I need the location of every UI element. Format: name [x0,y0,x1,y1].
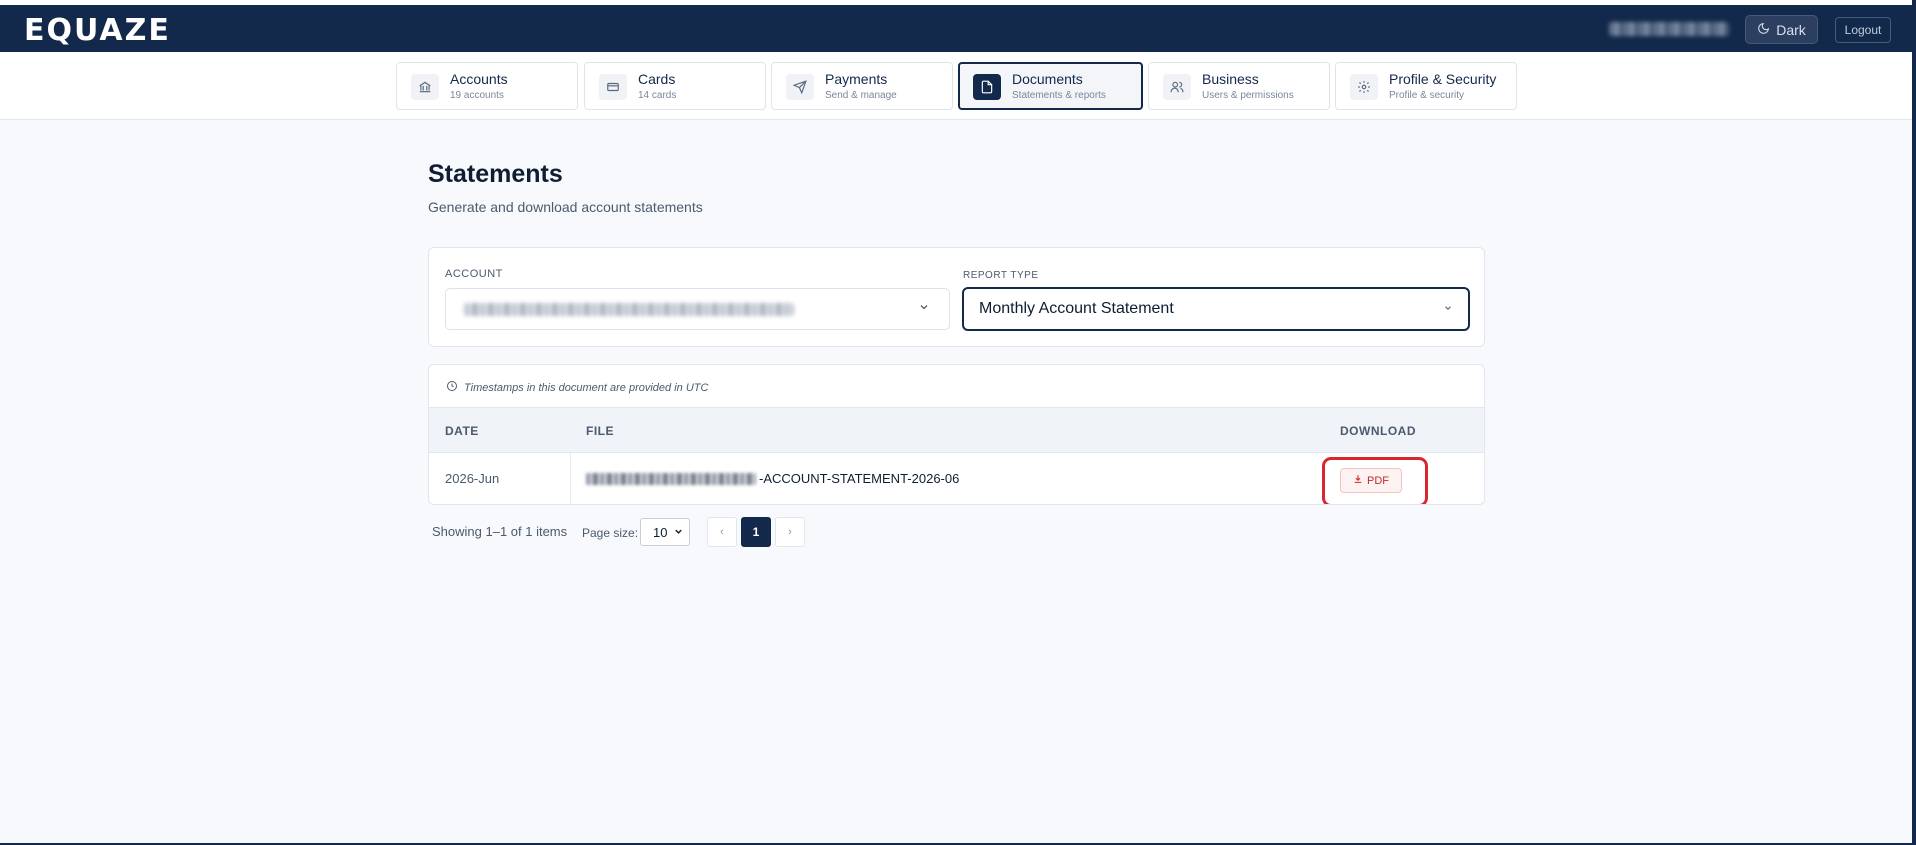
dark-mode-button[interactable]: Dark [1745,15,1818,44]
tab-payments-title: Payments [825,71,888,87]
tab-documents[interactable]: Documents Statements & reports [958,62,1143,110]
send-icon [786,74,814,100]
dark-mode-label: Dark [1776,21,1806,38]
next-page-button[interactable]: › [775,517,805,547]
row-divider [570,453,571,504]
account-label: ACCOUNT [445,268,503,280]
page-subtitle: Generate and download account statements [428,199,703,215]
column-header-file: FILE [586,424,614,438]
table-header: DATE FILE DOWNLOAD [429,407,1484,453]
prev-page-button[interactable]: ‹ [707,517,737,547]
card-icon [599,74,627,100]
tab-profile-security-subtitle: Profile & security [1389,90,1465,101]
page-title: Statements [428,160,563,188]
tab-cards-subtitle: 14 cards [638,90,677,101]
timezone-note: Timestamps in this document are provided… [446,380,708,395]
table-row: 2026-Jun -ACCOUNT-STATEMENT-2026-06 PDF [429,453,1484,504]
report-type-label: REPORT TYPE [963,270,1039,281]
gear-icon [1350,74,1378,100]
clock-icon [446,380,458,395]
tab-cards-title: Cards [638,71,676,87]
timezone-note-text: Timestamps in this document are provided… [464,381,709,394]
pagination-summary: Showing 1–1 of 1 items [432,524,568,539]
row-file-name: -ACCOUNT-STATEMENT-2026-06 [759,471,960,486]
page-size-value: 10 [653,524,668,540]
bank-icon [411,74,439,100]
tab-accounts-title: Accounts [450,71,508,87]
tab-payments[interactable]: Payments Send & manage [771,62,953,110]
top-navbar: EQUAZE Dark Logout [0,5,1912,52]
download-pdf-label: PDF [1367,474,1389,487]
tab-documents-title: Documents [1012,71,1083,87]
page-size-select[interactable]: 10 [640,518,690,546]
download-icon [1353,474,1363,487]
moon-icon [1757,22,1770,38]
tab-business-title: Business [1202,71,1259,87]
chevron-down-icon [1443,302,1453,316]
file-prefix-redacted [586,473,756,485]
statements-table: Timestamps in this document are provided… [428,364,1485,505]
chevron-down-icon [673,526,684,540]
tab-business[interactable]: Business Users & permissions [1148,62,1330,110]
chevron-down-icon [918,301,930,316]
tab-profile-security[interactable]: Profile & Security Profile & security [1335,62,1517,110]
tab-documents-subtitle: Statements & reports [1012,90,1106,101]
users-icon [1163,74,1191,100]
page-size-label: Page size: [582,526,639,540]
download-pdf-button[interactable]: PDF [1340,468,1402,493]
section-tabs: Accounts 19 accounts Cards 14 cards Paym… [0,52,1912,120]
report-type-value: Monthly Account Statement [979,300,1174,317]
tab-payments-subtitle: Send & manage [825,90,897,101]
document-icon [973,74,1001,100]
tab-profile-security-title: Profile & Security [1389,71,1497,87]
column-header-date: DATE [445,424,479,438]
column-header-download: DOWNLOAD [1340,424,1416,438]
statement-filters: ACCOUNT REPORT TYPE Monthly Account Stat… [428,247,1485,347]
tab-accounts[interactable]: Accounts 19 accounts [396,62,578,110]
account-select[interactable] [445,288,950,330]
page-button-1[interactable]: 1 [741,517,771,547]
report-type-select[interactable]: Monthly Account Statement [963,288,1469,330]
app-logo[interactable]: EQUAZE [24,13,171,48]
window-edge-right [1912,0,1916,845]
user-email-redacted [1609,22,1729,36]
tab-business-subtitle: Users & permissions [1202,90,1294,101]
tab-cards[interactable]: Cards 14 cards [584,62,766,110]
account-value-redacted [464,303,794,316]
tab-accounts-subtitle: 19 accounts [450,90,504,101]
logout-button[interactable]: Logout [1835,17,1891,43]
row-date: 2026-Jun [445,471,500,486]
